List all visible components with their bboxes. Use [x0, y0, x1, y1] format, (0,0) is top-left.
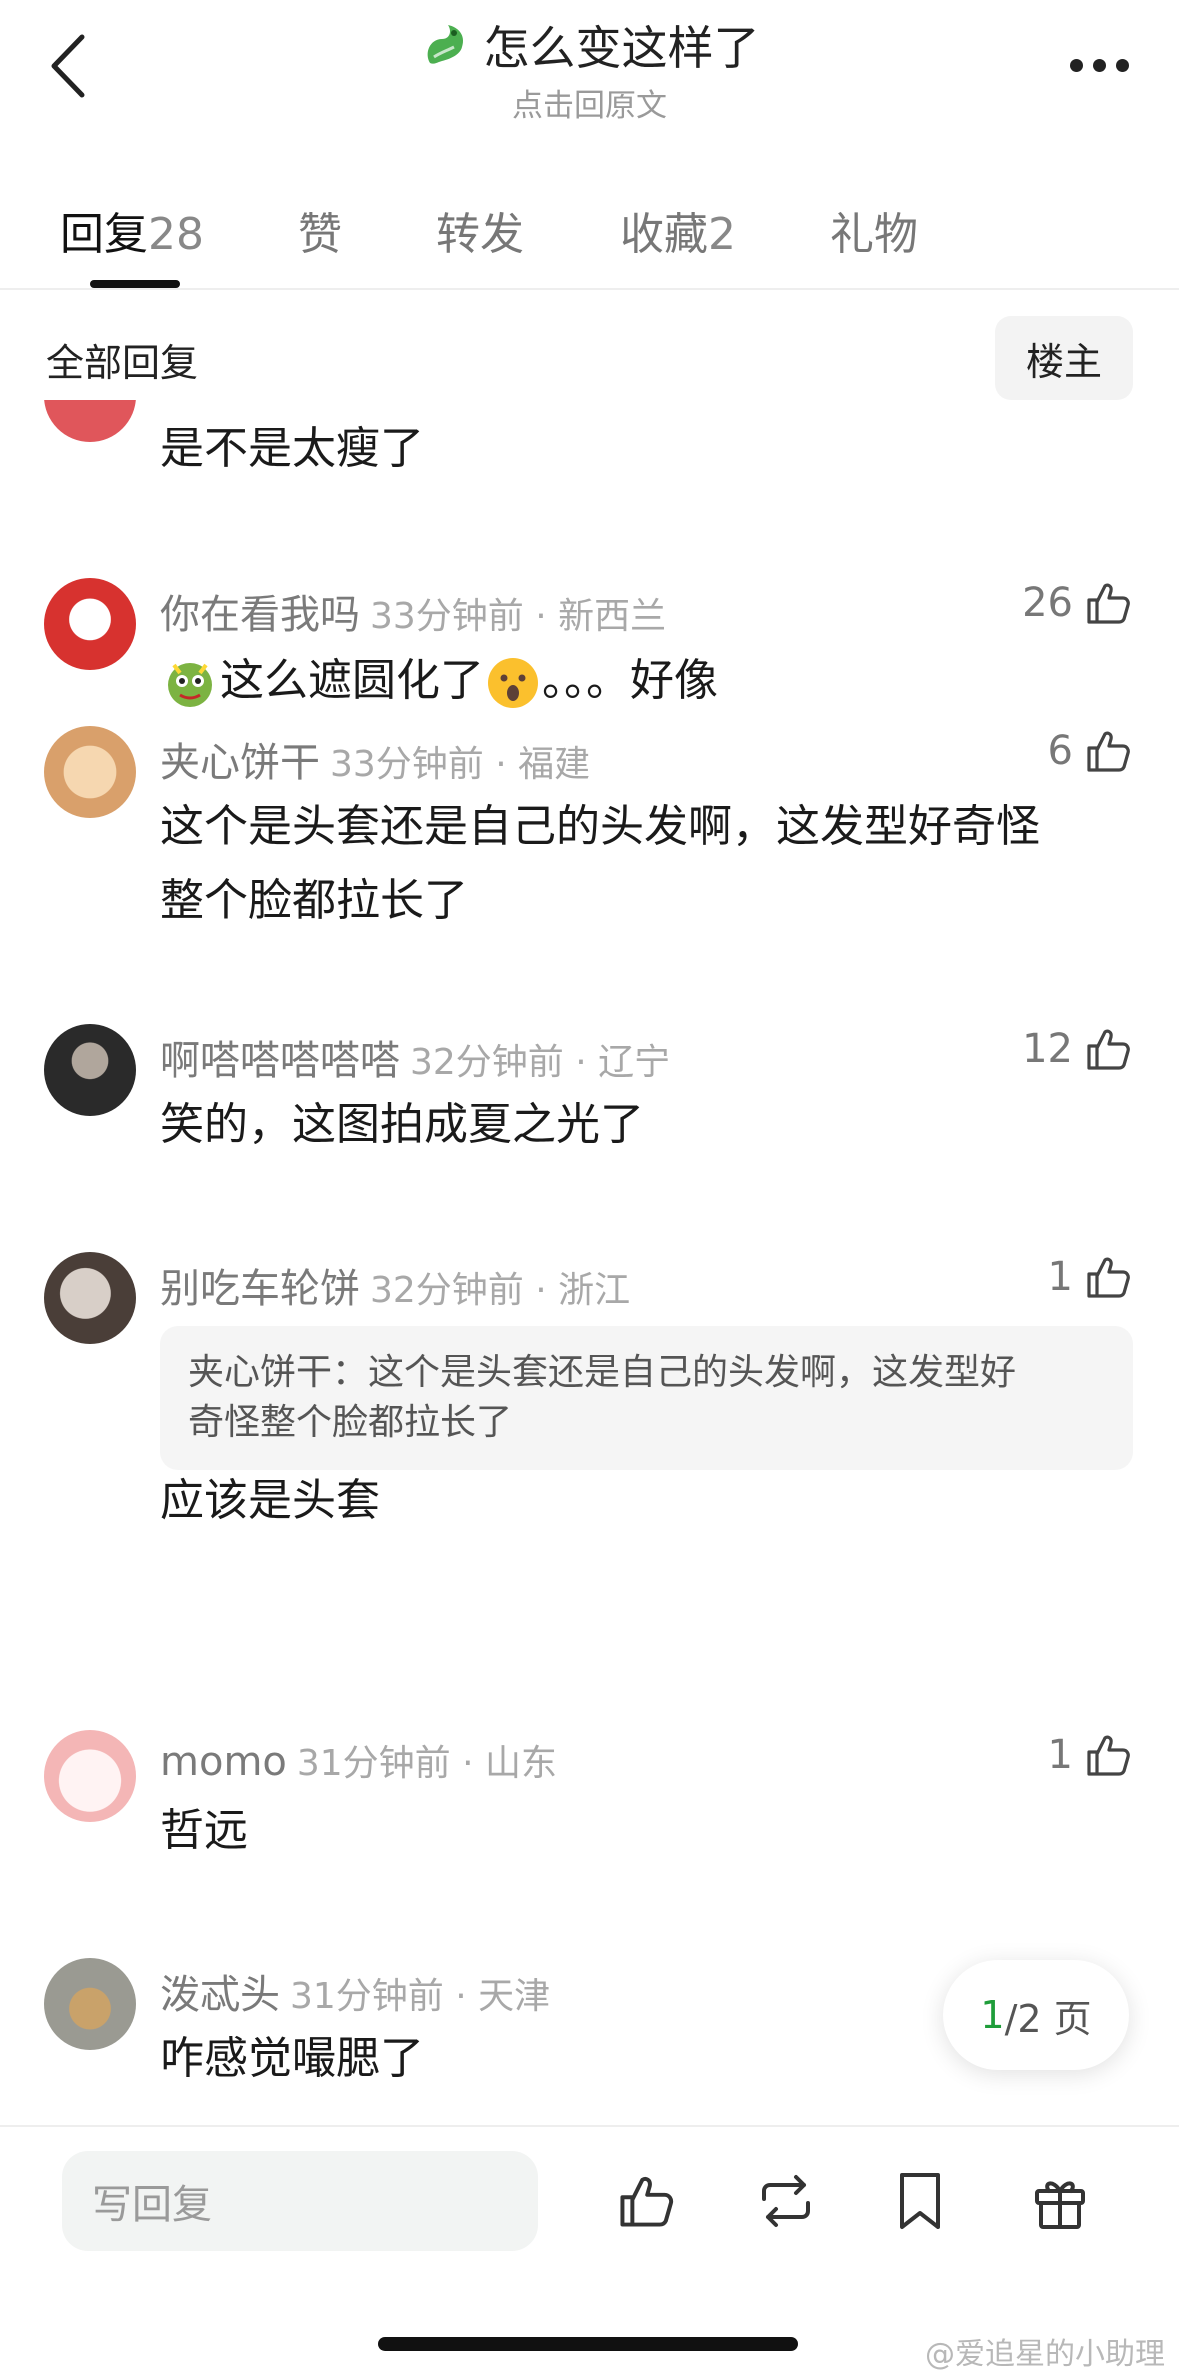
username[interactable]: 别吃车轮饼: [160, 1266, 360, 1312]
username[interactable]: 你在看我吗: [160, 592, 360, 638]
thumbs-up-icon: [1087, 583, 1130, 624]
comment-meta: momo 31分钟前 · 山东: [160, 1734, 557, 1786]
like-button[interactable]: 12: [1022, 1024, 1133, 1074]
timestamp-location: 33分钟前 · 福建: [330, 744, 591, 785]
gift-button[interactable]: [1024, 2165, 1096, 2237]
active-tab-indicator: [90, 280, 180, 288]
total-pages: /2 页: [1004, 1996, 1092, 2041]
like-count: 1: [1047, 1254, 1073, 1300]
avatar[interactable]: [44, 400, 136, 442]
like-count: 12: [1022, 1026, 1073, 1072]
like-button[interactable]: 1: [1048, 1252, 1133, 1302]
thumbs-up-icon: [620, 2177, 674, 2227]
avatar[interactable]: [44, 1958, 136, 2050]
like-count: 1: [1047, 1732, 1073, 1778]
comment-meta: 啊嗒嗒嗒嗒嗒 32分钟前 · 辽宁: [160, 1028, 670, 1086]
watermark: @爱追星的小助理: [925, 2337, 1165, 2372]
avatar[interactable]: [44, 726, 136, 818]
comment-meta: 夹心饼干 33分钟前 · 福建: [160, 730, 590, 788]
title-area[interactable]: 怎么变这样了 点击回原文: [0, 12, 1179, 125]
bookmark-button[interactable]: [884, 2165, 956, 2237]
page-indicator[interactable]: 1/2 页: [943, 1960, 1129, 2070]
comment-text: 这么遮圆化了 。。。好像: [160, 644, 1133, 718]
comment-text: 应该是头套: [160, 1475, 380, 1526]
more-options-button[interactable]: [1059, 40, 1139, 90]
tab-reposts[interactable]: 转发: [436, 198, 524, 262]
thumbs-up-icon: [1087, 731, 1130, 772]
comment-text: 哲远: [160, 1805, 248, 1856]
comment-text: 是不是太瘦了: [160, 423, 424, 474]
dot-icon: [1092, 58, 1106, 72]
timestamp-location: 33分钟前 · 新西兰: [370, 596, 667, 637]
comment-meta: 你在看我吗 33分钟前 · 新西兰: [160, 582, 666, 640]
post-title: 怎么变这样了: [483, 21, 760, 75]
avatar[interactable]: [44, 1730, 136, 1822]
repost-button[interactable]: [750, 2165, 822, 2237]
tab-bar: 回复28 赞 转发 收藏2 礼物: [0, 190, 1179, 290]
username[interactable]: momo: [160, 1739, 287, 1785]
dragon-emoji-icon: [427, 25, 463, 64]
thumbs-up-icon: [1087, 1735, 1130, 1776]
comment-text: 这个是头套还是自己的头发啊，这发型好奇怪 整个脸都拉长了: [160, 801, 1040, 926]
bookmark-icon: [900, 2173, 940, 2229]
tab-favorites[interactable]: 收藏2: [620, 198, 736, 262]
gift-icon: [1035, 2181, 1085, 2229]
comment-meta: 泼忒头 31分钟前 · 天津: [160, 1962, 550, 2020]
like-button[interactable]: 26: [1022, 578, 1133, 628]
quoted-reply[interactable]: 夹心饼干：这个是头套还是自己的头发啊，这发型好 奇怪整个脸都拉长了: [160, 1326, 1133, 1470]
repost-icon: [762, 2175, 810, 2227]
like-button[interactable]: 1: [1048, 1730, 1133, 1780]
comment-text: 笑的，这图拍成夏之光了: [160, 1099, 644, 1150]
owner-only-button[interactable]: 楼主: [995, 316, 1133, 400]
username[interactable]: 泼忒头: [160, 1972, 280, 2018]
filter-row: 全部回复 楼主: [0, 316, 1179, 400]
dragon-face-emoji-icon: [168, 663, 212, 707]
username[interactable]: 夹心饼干: [160, 740, 320, 786]
comment-meta: 别吃车轮饼 32分钟前 · 浙江: [160, 1256, 630, 1314]
like-count: 26: [1022, 580, 1073, 626]
thumbs-up-icon: [1087, 1029, 1130, 1070]
timestamp-location: 32分钟前 · 辽宁: [410, 1042, 671, 1083]
all-replies-label: 全部回复: [46, 341, 199, 385]
dot-icon: [1115, 58, 1129, 72]
like-post-button[interactable]: [610, 2165, 682, 2237]
current-page: 1: [980, 1993, 1005, 2037]
timestamp-location: 31分钟前 · 山东: [296, 1743, 558, 1784]
top-nav-bar: 怎么变这样了 点击回原文: [0, 0, 1179, 150]
bottom-action-bar: 写回复 @爱追星的小助理: [0, 2125, 1179, 2379]
surprised-face-emoji-icon: [488, 658, 538, 708]
like-count: 6: [1047, 728, 1073, 774]
thumbs-up-icon: [1087, 1257, 1130, 1298]
back-to-post-link[interactable]: 点击回原文: [0, 80, 1179, 125]
timestamp-location: 31分钟前 · 天津: [290, 1976, 551, 2017]
reply-input[interactable]: 写回复: [62, 2151, 538, 2251]
timestamp-location: 32分钟前 · 浙江: [370, 1270, 631, 1311]
avatar[interactable]: [44, 578, 136, 670]
tab-replies[interactable]: 回复28: [60, 198, 204, 262]
username[interactable]: 啊嗒嗒嗒嗒嗒: [160, 1038, 400, 1084]
home-indicator: [378, 2337, 798, 2351]
comment-list: 是不是太瘦了 你在看我吗 33分钟前 · 新西兰 26 这么遮圆化了 。。。好像 …: [0, 400, 1179, 2125]
tab-gifts[interactable]: 礼物: [830, 198, 918, 262]
avatar[interactable]: [44, 1024, 136, 1116]
tab-likes[interactable]: 赞: [298, 198, 342, 262]
dot-icon: [1069, 58, 1083, 72]
like-button[interactable]: 6: [1048, 726, 1133, 776]
avatar[interactable]: [44, 1252, 136, 1344]
